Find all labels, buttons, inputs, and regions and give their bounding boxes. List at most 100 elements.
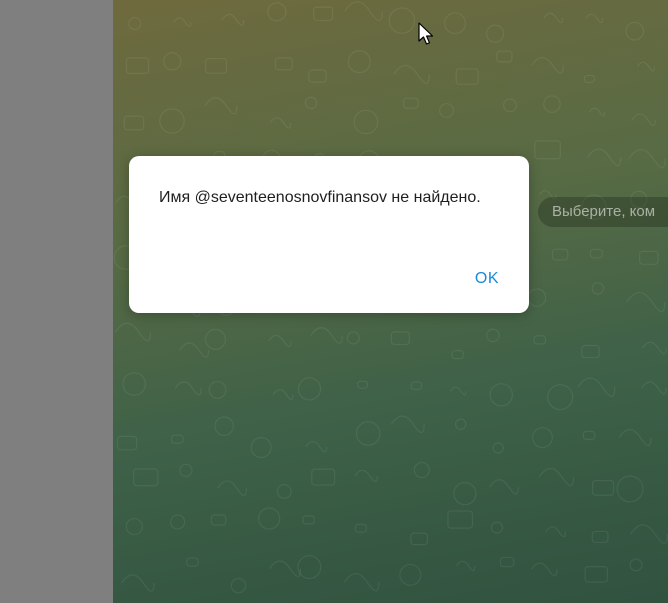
error-dialog: Имя @seventeenosnovfinansov не найдено. …	[129, 156, 529, 313]
doodle-shape	[451, 350, 464, 360]
doodle-shape	[204, 97, 238, 115]
doodle-shape	[347, 50, 371, 74]
doodle-shape	[159, 108, 185, 134]
doodle-shape	[388, 7, 416, 34]
doodle-shape	[133, 468, 159, 487]
doodle-shape	[354, 469, 378, 483]
doodle-shape	[268, 334, 292, 348]
doodle-shape	[355, 421, 381, 446]
doodle-shape	[591, 282, 605, 295]
doodle-shape	[204, 328, 226, 350]
doodle-shape	[311, 468, 336, 486]
service-message-pill: Выберите, ком	[538, 197, 668, 227]
doodle-shape	[589, 248, 603, 259]
doodle-shape	[356, 380, 369, 389]
doodle-shape	[114, 322, 152, 342]
doodle-shape	[210, 514, 227, 526]
doodle-shape	[454, 418, 467, 430]
mouse-pointer-icon	[418, 22, 434, 45]
doodle-shape	[410, 381, 423, 390]
doodle-shape	[399, 563, 422, 586]
doodle-shape	[584, 565, 609, 583]
doodle-shape	[170, 434, 184, 444]
doodle-shape	[447, 510, 474, 529]
doodle-shape	[354, 523, 368, 533]
doodle-shape	[125, 57, 150, 74]
doodle-shape	[582, 430, 596, 440]
doodle-shape	[308, 69, 327, 83]
doodle-shape	[128, 16, 142, 30]
doodle-shape	[390, 415, 425, 434]
doodle-shape	[636, 61, 656, 72]
doodle-shape	[492, 442, 504, 454]
doodle-shape	[628, 149, 666, 169]
doodle-shape	[403, 97, 419, 109]
doodle-shape	[531, 56, 564, 74]
doodle-shape	[538, 467, 575, 487]
doodle-shape	[489, 479, 519, 495]
doodle-shape	[641, 381, 667, 395]
doodle-shape	[230, 577, 247, 594]
doodle-shape	[631, 113, 656, 127]
doodle-shape	[258, 507, 281, 530]
doodle-shape	[393, 64, 430, 84]
doodle-shape	[310, 327, 343, 344]
doodle-shape	[630, 524, 668, 544]
doodle-shape	[490, 521, 504, 534]
doodle-shape	[639, 250, 659, 265]
doodle-shape	[214, 416, 234, 436]
doodle-shape	[530, 562, 558, 577]
doodle-shape	[125, 517, 143, 536]
doodle-shape	[313, 6, 334, 22]
doodle-shape	[390, 331, 410, 346]
doodle-shape	[583, 74, 596, 84]
doodle-shape	[216, 480, 248, 497]
doodle-shape	[455, 68, 479, 85]
doodle-shape	[116, 435, 138, 451]
ok-button[interactable]: OK	[463, 264, 511, 294]
doodle-shape	[642, 341, 667, 355]
doodle-shape	[267, 2, 287, 22]
doodle-shape	[413, 461, 430, 479]
doodle-shape	[346, 331, 360, 345]
doodle-shape	[577, 377, 616, 398]
doodle-shape	[551, 248, 569, 261]
doodle-shape	[297, 377, 322, 401]
doodle-shape	[304, 96, 318, 110]
doodle-shape	[588, 107, 606, 117]
doodle-shape	[250, 436, 272, 459]
doodle-shape	[122, 372, 147, 396]
doodle-shape	[173, 17, 192, 27]
doodle-shape	[616, 475, 644, 503]
doodle-shape	[439, 103, 454, 118]
doodle-shape	[486, 328, 500, 343]
doodle-shape	[179, 342, 210, 358]
doodle-shape	[410, 532, 428, 546]
doodle-shape	[591, 530, 609, 544]
doodle-shape	[489, 383, 514, 407]
doodle-shape	[205, 57, 228, 74]
doodle-shape	[444, 12, 467, 35]
doodle-shape	[533, 335, 547, 345]
doodle-shape	[305, 440, 328, 453]
doodle-shape	[585, 13, 604, 24]
doodle-shape	[343, 573, 380, 592]
doodle-shape	[163, 52, 182, 71]
doodle-shape	[545, 526, 566, 538]
doodle-shape	[450, 386, 467, 396]
doodle-shape	[626, 291, 666, 313]
doodle-shape	[547, 384, 574, 411]
doodle-shape	[453, 481, 477, 506]
dimmed-sidebar[interactable]	[0, 0, 113, 603]
doodle-shape	[503, 98, 517, 113]
service-message-text: Выберите, ком	[552, 203, 656, 220]
doodle-shape	[485, 24, 505, 43]
doodle-shape	[456, 560, 476, 571]
doodle-shape	[344, 1, 383, 22]
telegram-window: Выберите, ком Имя @seventeenosnovfinanso…	[0, 0, 668, 603]
doodle-shape	[221, 13, 245, 26]
doodle-shape	[353, 109, 379, 135]
doodle-shape	[179, 463, 193, 477]
doodle-shape	[625, 21, 645, 41]
doodle-shape	[531, 427, 553, 449]
